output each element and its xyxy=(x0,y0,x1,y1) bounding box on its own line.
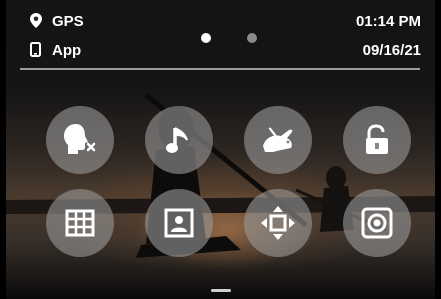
screen-lock-button[interactable] xyxy=(343,106,411,174)
grid-icon xyxy=(64,208,96,238)
location-pin-icon xyxy=(30,13,46,33)
front-screen-icon xyxy=(360,206,394,240)
gps-status: GPS xyxy=(30,13,84,33)
clock-time: 01:14 PM xyxy=(355,13,421,30)
front-screen-button[interactable] xyxy=(343,189,411,257)
gps-label: GPS xyxy=(52,13,84,30)
camera-dashboard: GPS App 01:14 PM 09/16/21 xyxy=(0,0,441,299)
portrait-icon xyxy=(162,206,196,240)
voice-control-off-icon xyxy=(60,122,100,158)
drawer-handle[interactable] xyxy=(211,289,231,292)
orientation-lock-button[interactable] xyxy=(145,189,213,257)
page-dot-inactive[interactable] xyxy=(247,33,257,43)
rabbit-icon xyxy=(259,124,297,156)
quickcapture-button[interactable] xyxy=(244,106,312,174)
move-arrows-icon xyxy=(259,204,297,242)
hypersmooth-button[interactable] xyxy=(244,189,312,257)
app-status: App xyxy=(30,42,81,62)
phone-icon xyxy=(30,42,46,62)
grid-button[interactable] xyxy=(46,189,114,257)
voice-control-off-button[interactable] xyxy=(46,106,114,174)
unlock-icon xyxy=(363,124,391,156)
page-dot-active[interactable] xyxy=(201,33,211,43)
status-divider xyxy=(20,68,420,70)
page-indicator xyxy=(0,33,441,45)
beeps-button[interactable] xyxy=(145,106,213,174)
music-note-icon xyxy=(165,124,193,156)
